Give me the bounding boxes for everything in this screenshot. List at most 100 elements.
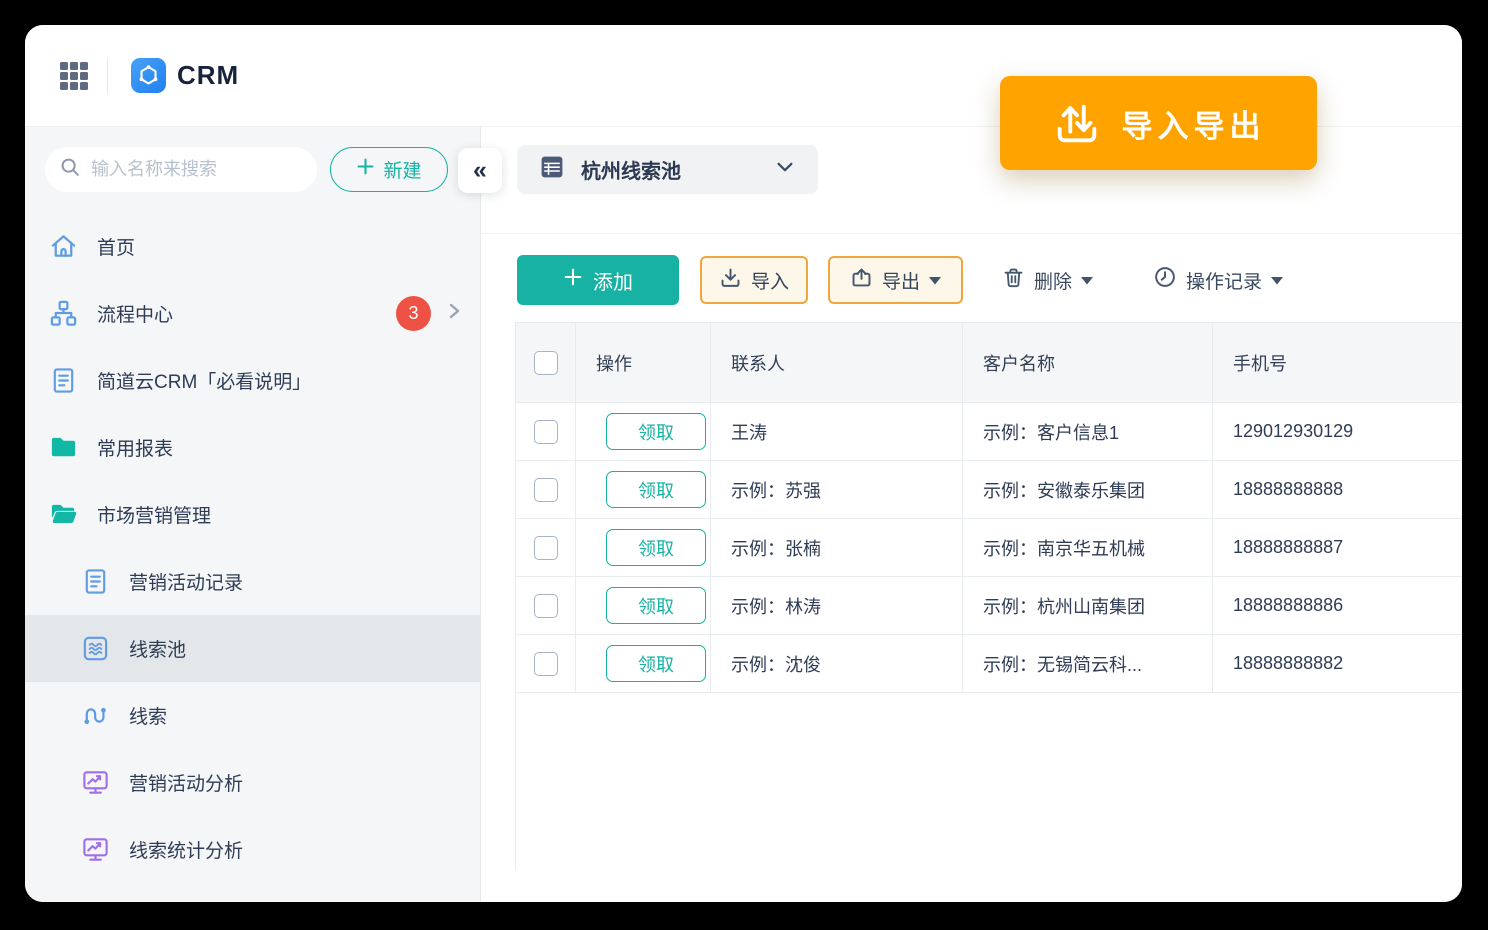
sidebar-item-label: 常用报表 xyxy=(97,439,174,460)
claim-button[interactable]: 领取 xyxy=(606,413,706,450)
topbar-divider xyxy=(107,58,108,94)
import-export-icon xyxy=(1052,97,1102,150)
add-button-label: 添加 xyxy=(593,271,633,294)
chevron-down-icon xyxy=(774,156,796,183)
pool-selector-label: 杭州线索池 xyxy=(581,161,681,183)
document-icon xyxy=(80,567,110,597)
import-export-floating-button[interactable]: 导入导出 xyxy=(1000,76,1317,170)
home-icon xyxy=(48,232,78,262)
search-input[interactable] xyxy=(91,159,291,180)
row-checkbox[interactable] xyxy=(533,477,558,502)
table-row: 领取 示例：沈俊 示例：无锡简云科... 18888888882 xyxy=(516,635,1462,693)
phone-cell: 18888888887 xyxy=(1233,537,1344,557)
customer-cell: 示例：无锡简云科... xyxy=(963,635,1213,692)
select-all-checkbox[interactable] xyxy=(533,350,558,375)
delete-button[interactable]: 删除 xyxy=(1002,256,1094,304)
row-checkbox[interactable] xyxy=(533,419,558,444)
claim-button[interactable]: 领取 xyxy=(606,529,706,566)
export-button[interactable]: 导出 xyxy=(828,256,963,304)
table-header-row: 操作 联系人 客户名称 手机号 xyxy=(516,323,1462,403)
claim-button[interactable]: 领取 xyxy=(606,645,706,682)
sidebar-item-label: 线索池 xyxy=(129,640,187,661)
monitor-chart-icon xyxy=(80,768,110,798)
row-checkbox[interactable] xyxy=(533,593,558,618)
operation-records-button[interactable]: 操作记录 xyxy=(1153,256,1284,304)
sidebar-item-lead-pool[interactable]: 线索池 xyxy=(25,615,481,682)
customer-cell: 示例：杭州山南集团 xyxy=(963,577,1213,634)
import-button[interactable]: 导入 xyxy=(700,256,808,304)
app-grid-icon[interactable] xyxy=(58,60,90,92)
import-button-label: 导入 xyxy=(750,271,789,293)
route-icon xyxy=(80,701,110,731)
contact-cell: 示例：林涛 xyxy=(711,577,963,634)
row-checkbox[interactable] xyxy=(533,535,558,560)
sidebar-item-home[interactable]: 首页 xyxy=(25,213,481,280)
table-icon xyxy=(539,154,565,185)
collapse-sidebar-button[interactable]: « xyxy=(458,148,502,193)
notification-badge: 3 xyxy=(396,296,431,331)
table-row: 领取 示例：苏强 示例：安徽泰乐集团 18888888888 xyxy=(516,461,1462,519)
phone-cell: 18888888882 xyxy=(1233,653,1344,673)
new-button[interactable]: 新建 xyxy=(330,147,448,192)
trash-icon xyxy=(1002,266,1025,295)
sidebar-item-lead-statistics-analysis[interactable]: 线索统计分析 xyxy=(25,816,481,883)
column-header-operation: 操作 xyxy=(576,323,711,402)
contact-cell: 示例：沈俊 xyxy=(711,635,963,692)
sidebar-item-label: 营销活动记录 xyxy=(129,573,244,594)
plus-icon xyxy=(563,267,583,293)
contact-cell: 示例：张楠 xyxy=(711,519,963,576)
export-button-label: 导出 xyxy=(881,271,920,293)
phone-cell: 129012930129 xyxy=(1233,421,1354,441)
sidebar-item-label: 线索 xyxy=(129,707,168,728)
sidebar: 新建 首页 流程中心 3 xyxy=(25,127,481,902)
claim-button[interactable]: 领取 xyxy=(606,587,706,624)
sidebar-item-label: 流程中心 xyxy=(97,305,174,326)
crm-logo-icon[interactable] xyxy=(131,58,166,93)
sidebar-item-label: 首页 xyxy=(97,238,136,259)
sidebar-item-workflow-center[interactable]: 流程中心 3 xyxy=(25,280,481,347)
sidebar-item-marketing-activity-records[interactable]: 营销活动记录 xyxy=(25,548,481,615)
table-row: 领取 示例：林涛 示例：杭州山南集团 18888888886 xyxy=(516,577,1462,635)
pool-icon xyxy=(80,634,110,664)
sidebar-item-label: 市场营销管理 xyxy=(97,506,212,527)
folder-open-icon xyxy=(48,500,78,530)
table-row: 领取 示例：张楠 示例：南京华五机械 18888888887 xyxy=(516,519,1462,577)
import-export-label: 导入导出 xyxy=(1121,108,1266,144)
sidebar-item-label: 营销活动分析 xyxy=(129,774,244,795)
customer-cell: 示例：客户信息1 xyxy=(963,403,1213,460)
sidebar-item-leads[interactable]: 线索 xyxy=(25,682,481,749)
sidebar-item-marketing-management[interactable]: 市场营销管理 xyxy=(25,481,481,548)
sidebar-search[interactable] xyxy=(45,147,317,192)
download-icon xyxy=(719,266,742,295)
clock-icon xyxy=(1153,265,1177,295)
sidebar-item-common-reports[interactable]: 常用报表 xyxy=(25,414,481,481)
sidebar-item-label: 简道云CRM「必看说明」 xyxy=(97,372,312,393)
sidebar-item-crm-guide[interactable]: 简道云CRM「必看说明」 xyxy=(25,347,481,414)
plus-icon xyxy=(356,157,375,182)
document-icon xyxy=(48,366,78,396)
pool-selector[interactable]: 杭州线索池 xyxy=(517,145,818,194)
table-row: 领取 王涛 示例：客户信息1 129012930129 xyxy=(516,403,1462,461)
sidebar-item-label: 线索统计分析 xyxy=(129,841,244,862)
phone-cell: 18888888888 xyxy=(1233,479,1344,499)
delete-button-label: 删除 xyxy=(1034,271,1073,293)
caret-down-icon xyxy=(1271,269,1284,291)
row-checkbox[interactable] xyxy=(533,651,558,676)
caret-down-icon xyxy=(1081,269,1094,291)
contact-cell: 示例：苏强 xyxy=(711,461,963,518)
claim-button[interactable]: 领取 xyxy=(606,471,706,508)
lead-pool-table: 操作 联系人 客户名称 手机号 领取 王涛 示例：客户信息1 129012930… xyxy=(515,322,1462,693)
column-header-contact: 联系人 xyxy=(711,323,963,402)
sidebar-item-marketing-activity-analysis[interactable]: 营销活动分析 xyxy=(25,749,481,816)
chevron-right-icon[interactable] xyxy=(445,302,463,325)
folder-icon xyxy=(48,433,78,463)
app-title: CRM xyxy=(177,60,240,90)
upload-icon xyxy=(850,266,873,295)
column-header-phone: 手机号 xyxy=(1233,353,1287,374)
operation-records-label: 操作记录 xyxy=(1186,271,1263,293)
monitor-chart-icon xyxy=(80,835,110,865)
search-icon xyxy=(59,156,81,183)
new-button-label: 新建 xyxy=(383,161,422,182)
add-button[interactable]: 添加 xyxy=(517,255,679,305)
customer-cell: 示例：南京华五机械 xyxy=(963,519,1213,576)
